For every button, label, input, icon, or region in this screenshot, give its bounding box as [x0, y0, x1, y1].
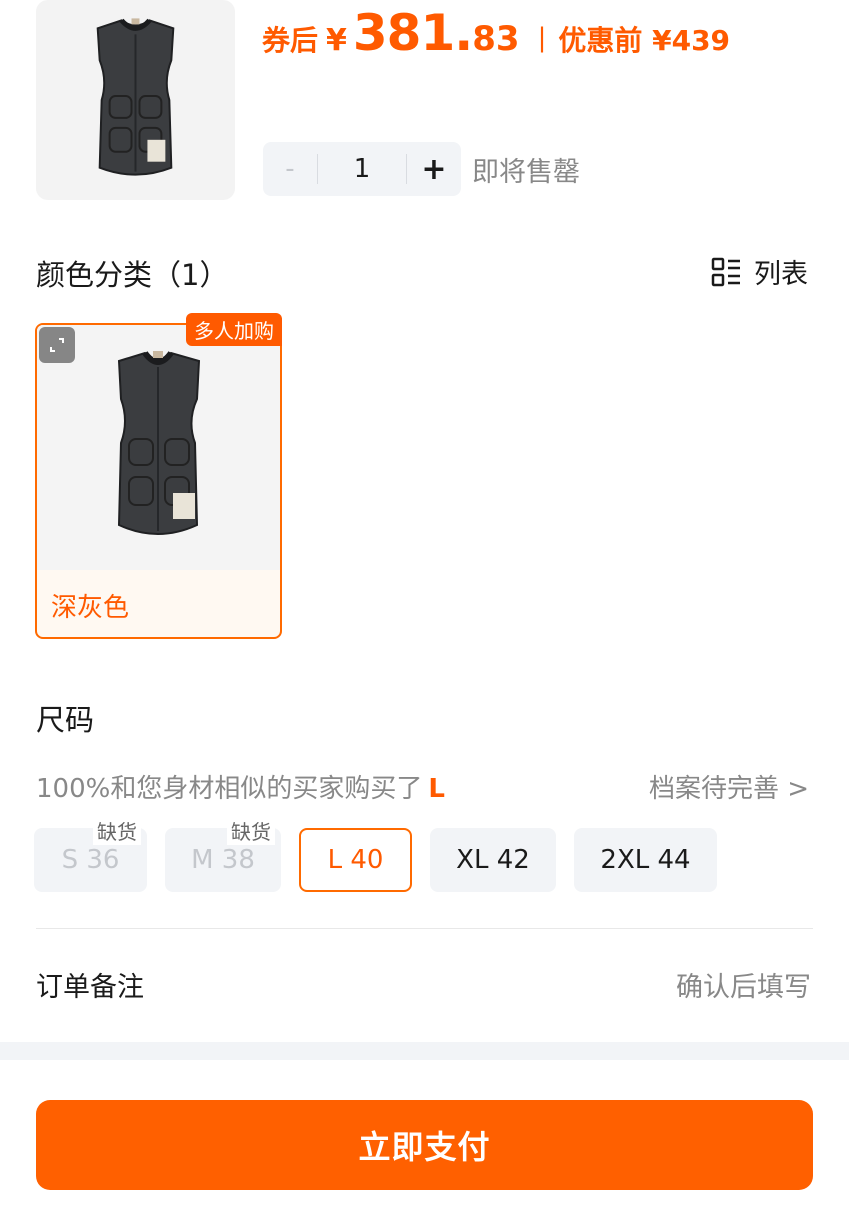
decrement-button[interactable]: -	[263, 154, 317, 184]
expand-icon	[50, 338, 64, 352]
size-recommendation: 100%和您身材相似的买家购买了 L	[36, 768, 445, 805]
quantity-value[interactable]: 1	[318, 154, 406, 184]
size-options: 缺货 S 36 缺货 M 38 L 40 XL 42 2XL 44	[34, 816, 717, 892]
popular-badge: 多人加购	[186, 313, 282, 346]
size-option-label: L 40	[327, 845, 384, 875]
profile-link[interactable]: 档案待完善 >	[649, 768, 809, 805]
list-view-label: 列表	[754, 259, 808, 290]
order-remark-field[interactable]: 确认后填写	[676, 965, 811, 1004]
out-of-stock-tag: 缺货	[93, 816, 141, 845]
order-remark-label: 订单备注	[36, 972, 144, 1003]
pay-now-button[interactable]: 立即支付	[36, 1100, 813, 1190]
color-option-card[interactable]: 多人加购 深灰色	[35, 313, 282, 639]
expand-image-button[interactable]	[39, 327, 75, 363]
price-decimal: 83	[472, 19, 520, 59]
size-option-l40[interactable]: L 40	[299, 828, 412, 892]
out-of-stock-tag: 缺货	[227, 816, 275, 845]
color-section-title: 颜色分类（1）	[36, 258, 229, 292]
vest-product-image	[36, 0, 235, 200]
vest-swatch-image	[37, 325, 280, 570]
size-option-label: 2XL 44	[600, 845, 691, 875]
increment-button[interactable]: +	[407, 152, 461, 187]
price-prefix: 券后	[262, 24, 319, 57]
currency-symbol: ¥	[326, 23, 347, 58]
price-integer: 381.	[352, 4, 473, 62]
list-view-icon	[711, 257, 740, 286]
section-divider	[36, 928, 813, 929]
size-option-label: XL 42	[456, 845, 530, 875]
price-line: 券后 ¥ 381. 83 | 优惠前 ¥439	[262, 4, 730, 64]
size-option-m38[interactable]: 缺货 M 38	[165, 816, 281, 892]
size-option-s36[interactable]: 缺货 S 36	[34, 816, 147, 892]
price-separator: |	[537, 23, 547, 53]
original-price: 优惠前 ¥439	[558, 24, 731, 57]
footer-separator	[0, 1042, 849, 1060]
size-option-label: M 38	[191, 845, 255, 875]
quantity-stepper: - 1 +	[263, 142, 461, 196]
size-hint-highlight: L	[428, 774, 445, 804]
size-section-title: 尺码	[36, 703, 95, 737]
size-option-label: S 36	[61, 845, 120, 875]
product-thumbnail[interactable]	[36, 0, 235, 200]
size-hint-text: 100%和您身材相似的买家购买了	[36, 774, 423, 804]
color-option-label: 深灰色	[51, 593, 130, 623]
size-option-xl42[interactable]: XL 42	[430, 828, 556, 892]
list-view-toggle[interactable]: 列表	[710, 252, 808, 291]
color-option-image	[37, 325, 280, 570]
size-option-2xl44[interactable]: 2XL 44	[574, 828, 717, 892]
stock-note: 即将售罄	[472, 157, 580, 188]
